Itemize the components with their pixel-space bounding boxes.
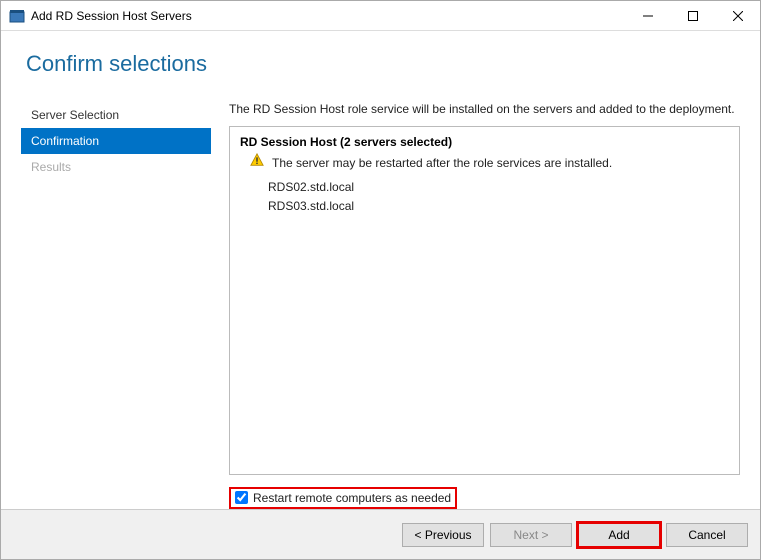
warning-icon xyxy=(250,153,264,172)
group-header: RD Session Host (2 servers selected) xyxy=(240,135,729,149)
window-title: Add RD Session Host Servers xyxy=(31,9,625,23)
restart-checkbox-label: Restart remote computers as needed xyxy=(253,491,451,505)
minimize-button[interactable] xyxy=(625,1,670,30)
detail-panel: The RD Session Host role service will be… xyxy=(229,102,740,509)
page-heading: Confirm selections xyxy=(26,51,740,77)
wizard-steps: Server Selection Confirmation Results xyxy=(21,102,211,509)
next-button: Next > xyxy=(490,523,572,547)
close-button[interactable] xyxy=(715,1,760,30)
restart-checkbox-row[interactable]: Restart remote computers as needed xyxy=(229,487,457,509)
sidebar-item-confirmation[interactable]: Confirmation xyxy=(21,128,211,154)
warning-text: The server may be restarted after the ro… xyxy=(272,156,612,170)
window-controls xyxy=(625,1,760,30)
footer: < Previous Next > Add Cancel xyxy=(1,509,760,559)
add-button[interactable]: Add xyxy=(578,523,660,547)
maximize-button[interactable] xyxy=(670,1,715,30)
server-item: RDS02.std.local xyxy=(268,178,729,197)
restart-checkbox[interactable] xyxy=(235,491,248,504)
warning-row: The server may be restarted after the ro… xyxy=(250,153,729,172)
content-area: Confirm selections Server Selection Conf… xyxy=(1,31,760,509)
previous-button[interactable]: < Previous xyxy=(402,523,484,547)
sidebar-item-results: Results xyxy=(21,154,211,180)
app-icon xyxy=(9,8,25,24)
intro-text: The RD Session Host role service will be… xyxy=(229,102,740,116)
sidebar-item-server-selection[interactable]: Server Selection xyxy=(21,102,211,128)
body-area: Server Selection Confirmation Results Th… xyxy=(21,102,740,509)
server-list-box: RD Session Host (2 servers selected) The… xyxy=(229,126,740,475)
cancel-button[interactable]: Cancel xyxy=(666,523,748,547)
server-item: RDS03.std.local xyxy=(268,197,729,216)
titlebar: Add RD Session Host Servers xyxy=(1,1,760,31)
